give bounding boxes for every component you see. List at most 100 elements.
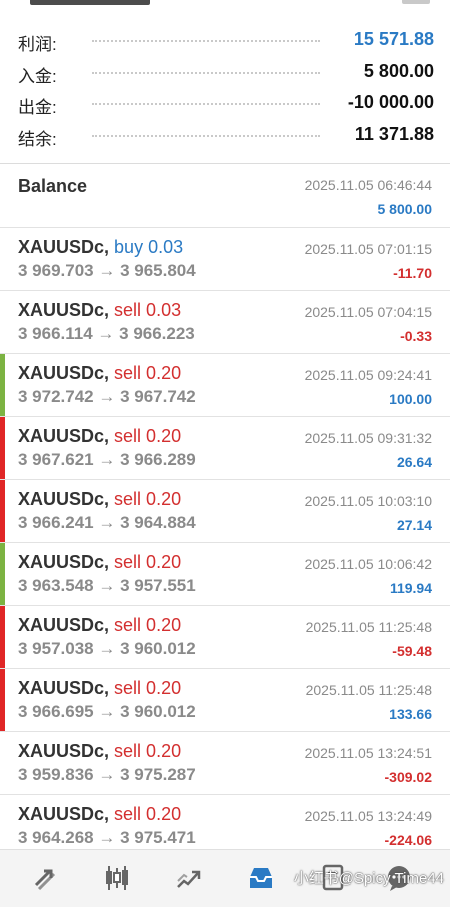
trade-time: 2025.11.05 09:31:32 xyxy=(304,430,432,446)
quotes-icon[interactable] xyxy=(27,860,63,896)
trade-profit: 26.64 xyxy=(396,454,432,470)
table-row[interactable]: XAUUSDc, sell 0.20 3 966.695 → 3 960.012… xyxy=(0,669,450,732)
trade-type: buy 0.03 xyxy=(114,237,184,257)
trade-prices: 3 966.695 → 3 960.012 xyxy=(18,702,196,721)
withdrawal-row: 出金: -10 000.00 xyxy=(0,87,450,119)
trade-symbol: XAUUSDc, sell 0.20 xyxy=(18,804,181,825)
table-row[interactable]: XAUUSDc, sell 0.03 3 966.114 → 3 966.223… xyxy=(0,291,450,354)
table-row[interactable]: XAUUSDc, sell 0.20 3 959.836 → 3 975.287… xyxy=(0,732,450,795)
trade-type: sell 0.20 xyxy=(114,426,182,446)
loss-stripe xyxy=(0,669,5,731)
symbol-name: XAUUSDc, xyxy=(18,804,110,824)
table-row[interactable]: XAUUSDc, buy 0.03 3 969.703 → 3 965.804 … xyxy=(0,228,450,291)
watermark: 小红书@Spicy Time44 xyxy=(293,870,444,887)
trade-time: 2025.11.05 07:04:15 xyxy=(304,304,432,320)
trade-type: sell 0.20 xyxy=(114,552,182,572)
balance-entry[interactable]: Balance 2025.11.05 06:46:44 5 800.00 xyxy=(0,164,450,228)
trade-symbol: XAUUSDc, sell 0.20 xyxy=(18,363,181,384)
header-action-fragment xyxy=(402,0,430,4)
trade-profit: -11.70 xyxy=(393,265,432,281)
trade-time: 2025.11.05 07:01:15 xyxy=(304,241,432,257)
symbol-name: XAUUSDc, xyxy=(18,741,110,761)
table-row[interactable]: XAUUSDc, sell 0.20 3 966.241 → 3 964.884… xyxy=(0,480,450,543)
loss-stripe xyxy=(0,480,5,542)
trade-profit: -59.48 xyxy=(392,643,432,659)
header-title-fragment xyxy=(30,0,150,5)
dotted-leader xyxy=(92,71,320,74)
trade-symbol: XAUUSDc, sell 0.03 xyxy=(18,300,181,321)
trade-time: 2025.11.05 09:24:41 xyxy=(304,367,432,383)
trade-symbol: XAUUSDc, sell 0.20 xyxy=(18,489,181,510)
trade-time: 2025.11.05 13:24:51 xyxy=(304,745,432,761)
trade-prices: 3 969.703 → 3 965.804 xyxy=(18,261,196,280)
balance-row: 结余: 11 371.88 xyxy=(0,119,450,151)
trade-symbol: XAUUSDc, sell 0.20 xyxy=(18,552,181,573)
trade-type: sell 0.20 xyxy=(114,363,182,383)
table-row[interactable]: XAUUSDc, sell 0.20 3 957.038 → 3 960.012… xyxy=(0,606,450,669)
withdrawal-label: 出金: xyxy=(18,98,57,117)
balance-entry-time: 2025.11.05 06:46:44 xyxy=(304,177,432,193)
trade-type: sell 0.03 xyxy=(114,300,182,320)
trade-prices: 3 963.548 → 3 957.551 xyxy=(18,576,196,595)
trade-profit: -224.06 xyxy=(384,832,432,848)
trade-prices: 3 964.268 → 3 975.471 xyxy=(18,828,196,847)
deposit-label: 入金: xyxy=(18,66,57,86)
trade-type: sell 0.20 xyxy=(114,741,182,761)
dotted-leader xyxy=(92,134,320,137)
symbol-name: XAUUSDc, xyxy=(18,363,110,383)
deposit-row: 入金: 5 800.00 xyxy=(0,56,450,88)
profit-stripe xyxy=(0,354,5,416)
balance-label: 结余: xyxy=(18,129,57,149)
trade-prices: 3 959.836 → 3 975.287 xyxy=(18,765,196,784)
history-list: Balance 2025.11.05 06:46:44 5 800.00 XAU… xyxy=(0,164,450,858)
withdrawal-value: -10 000.00 xyxy=(347,92,434,112)
trade-profit: 27.14 xyxy=(396,517,432,533)
table-row[interactable]: XAUUSDc, sell 0.20 3 967.621 → 3 966.289… xyxy=(0,417,450,480)
trade-prices: 3 972.742 → 3 967.742 xyxy=(18,387,196,406)
trade-time: 2025.11.05 11:25:48 xyxy=(305,619,432,635)
trade-prices: 3 966.241 → 3 964.884 xyxy=(18,513,196,532)
cut-off-header xyxy=(0,0,450,10)
symbol-name: XAUUSDc, xyxy=(18,300,110,320)
dotted-leader xyxy=(92,40,320,42)
trade-prices: 3 957.038 → 3 960.012 xyxy=(18,639,196,658)
profit-value: 15 571.88 xyxy=(353,29,434,49)
symbol-name: XAUUSDc, xyxy=(18,489,110,509)
profit-stripe xyxy=(0,543,5,605)
trade-time: 2025.11.05 10:03:10 xyxy=(304,493,432,509)
symbol-name: XAUUSDc, xyxy=(18,426,110,446)
symbol-name: XAUUSDc, xyxy=(18,678,110,698)
bottom-nav: 小红书@Spicy Time44 xyxy=(0,849,450,907)
trade-time: 2025.11.05 13:24:49 xyxy=(304,808,432,824)
symbol-name: XAUUSDc, xyxy=(18,552,110,572)
trade-type: sell 0.20 xyxy=(114,804,182,824)
table-row[interactable]: XAUUSDc, sell 0.20 3 963.548 → 3 957.551… xyxy=(0,543,450,606)
trade-prices: 3 967.621 → 3 966.289 xyxy=(18,450,196,469)
trade-prices: 3 966.114 → 3 966.223 xyxy=(18,324,195,343)
trade-profit: -309.02 xyxy=(384,769,432,785)
balance-entry-amount: 5 800.00 xyxy=(377,201,433,217)
trade-type: sell 0.20 xyxy=(114,615,182,635)
trade-profit: -0.33 xyxy=(400,328,432,344)
trade-type: sell 0.20 xyxy=(114,678,182,698)
trade-symbol: XAUUSDc, sell 0.20 xyxy=(18,615,181,636)
symbol-name: XAUUSDc, xyxy=(18,615,110,635)
chart-icon[interactable] xyxy=(99,860,135,896)
symbol-name: XAUUSDc, xyxy=(18,237,110,257)
trade-symbol: XAUUSDc, sell 0.20 xyxy=(18,678,181,699)
history-icon[interactable] xyxy=(243,860,279,896)
loss-stripe xyxy=(0,606,5,668)
profit-label: 利润: xyxy=(18,35,57,54)
trade-time: 2025.11.05 10:06:42 xyxy=(304,556,432,572)
balance-entry-title: Balance xyxy=(18,176,88,196)
trade-profit: 100.00 xyxy=(389,391,432,407)
deposit-value: 5 800.00 xyxy=(363,60,434,81)
trade-symbol: XAUUSDc, sell 0.20 xyxy=(18,741,181,762)
trade-icon[interactable] xyxy=(171,860,207,896)
loss-stripe xyxy=(0,417,5,479)
table-row[interactable]: XAUUSDc, sell 0.20 3 972.742 → 3 967.742… xyxy=(0,354,450,417)
profit-row: 利润: 15 571.88 xyxy=(0,24,450,56)
trade-type: sell 0.20 xyxy=(114,489,182,509)
trade-symbol: XAUUSDc, sell 0.20 xyxy=(18,426,181,447)
dotted-leader xyxy=(92,103,320,105)
